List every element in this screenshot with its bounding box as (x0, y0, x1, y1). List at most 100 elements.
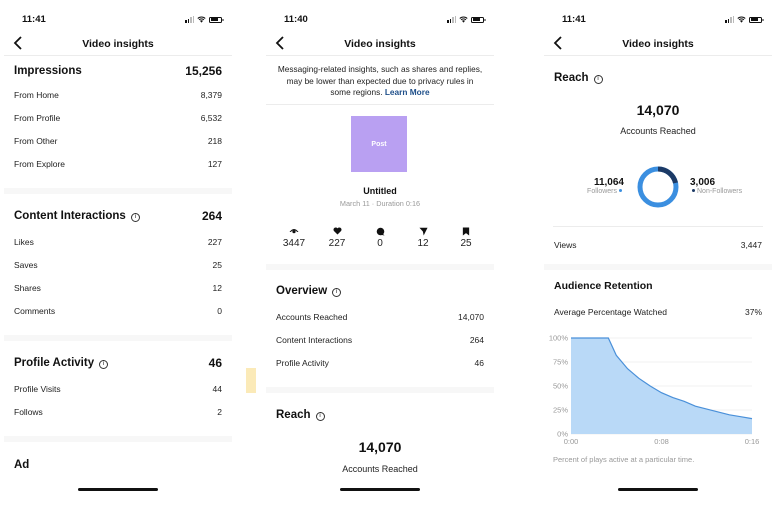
page-title: Video insights (82, 38, 154, 50)
list-item: From Profile 6,532 (14, 113, 222, 123)
y-tick-label: 75% (553, 358, 568, 367)
impressions-header: Impressions 15,256 (14, 64, 222, 78)
non-followers-legend-dot (692, 189, 695, 192)
battery-icon (471, 16, 486, 23)
metric-value: 227 (328, 238, 346, 249)
row-value: 12 (212, 283, 222, 293)
row-value: 227 (207, 237, 222, 247)
status-bar: 11:40 (266, 14, 494, 28)
post-subtitle: March 11 · Duration 0:16 (339, 199, 421, 208)
signal-icon (185, 16, 194, 23)
y-tick-label: 100% (549, 334, 569, 343)
row-value: 14,070 (458, 312, 484, 322)
metric-views: 3447 (274, 226, 314, 249)
row-value: 264 (469, 335, 484, 345)
followers-stat: 11,064 Followers (587, 177, 624, 195)
nav-bar: Video insights (4, 32, 232, 56)
reach-value: 14,070 (358, 439, 402, 455)
row-label: Likes (14, 237, 34, 247)
reach-label: Reach (554, 72, 589, 84)
row-label: From Explore (14, 159, 66, 169)
home-indicator[interactable] (78, 488, 158, 491)
info-icon[interactable]: i (593, 75, 603, 84)
thumbnail-label: Post (371, 140, 387, 148)
metric-saves: 25 (446, 226, 486, 249)
metric-value: 25 (460, 238, 472, 249)
heart-icon (333, 227, 341, 235)
avg-watched-row: Average Percentage Watched 37% (554, 307, 762, 317)
followers-value: 11,064 (593, 177, 624, 188)
list-item: From Explore 127 (14, 159, 222, 169)
comment-icon (376, 227, 385, 236)
section-divider (544, 264, 772, 270)
eye-icon (289, 229, 299, 234)
info-icon[interactable]: i (315, 412, 325, 421)
signal-icon (447, 16, 456, 23)
status-time: 11:40 (284, 14, 308, 25)
ad-header: Ad (14, 459, 222, 471)
bookmark-icon (462, 226, 470, 236)
row-label: Content Interactions (276, 335, 353, 345)
info-icon[interactable]: i (130, 213, 140, 222)
reach-sub: Accounts Reached (620, 126, 696, 136)
status-bar: 11:41 (544, 14, 772, 28)
row-label: Comments (14, 306, 56, 316)
wifi-icon (197, 16, 206, 23)
views-label: Views (554, 240, 577, 250)
info-icon[interactable]: i (99, 360, 109, 369)
nav-bar: Video insights (266, 32, 494, 56)
row-label: Saves (14, 260, 38, 270)
list-item: From Home 8,379 (14, 90, 222, 100)
row-value: 0 (217, 306, 222, 316)
metric-value: 0 (377, 238, 383, 249)
metric-shares: 12 (403, 226, 443, 249)
list-item: Accounts Reached 14,070 (276, 312, 484, 322)
screen-insights-overview: 11:40 Video insights Messaging-related i… (266, 0, 494, 509)
signal-icon (725, 16, 734, 23)
home-indicator[interactable] (340, 488, 420, 491)
learn-more-link[interactable]: Learn More (385, 87, 430, 97)
metric-comments: 0 (360, 226, 400, 249)
list-item: From Other 218 (14, 136, 222, 146)
retention-header: Audience Retention (554, 280, 762, 292)
row-label: Shares (14, 283, 41, 293)
row-value: 127 (207, 159, 222, 169)
retention-label: Audience Retention (554, 280, 653, 292)
non-followers-value: 3,006 (690, 177, 716, 188)
row-value: 6,532 (200, 113, 222, 123)
list-item: Profile Visits 44 (14, 384, 222, 394)
views-row: Views 3,447 (554, 240, 762, 250)
section-divider (266, 264, 494, 270)
row-label: Profile Visits (14, 384, 61, 394)
row-value: 2 (217, 407, 222, 417)
non-followers-stat: 3,006 Non-Followers (690, 177, 742, 195)
highlight-marker (246, 368, 256, 393)
metric-value: 12 (417, 238, 429, 249)
row-label: From Other (14, 136, 58, 146)
section-divider (266, 387, 494, 393)
impressions-value: 15,256 (185, 64, 222, 78)
profile-activity-label: Profile Activity (14, 357, 95, 369)
row-label: From Home (14, 90, 59, 100)
retention-chart: 0%25%50%75%100%0:00 0:08 0:16 (549, 334, 760, 447)
row-value: 8,379 (200, 90, 222, 100)
post-thumbnail[interactable]: Post (351, 116, 407, 172)
home-indicator[interactable] (618, 488, 698, 491)
info-icon[interactable]: i (332, 288, 342, 297)
status-time: 11:41 (562, 14, 586, 25)
row-label: Accounts Reached (276, 312, 348, 322)
content-interactions-value: 264 (201, 209, 222, 223)
reach-value: 14,070 (636, 102, 680, 118)
row-value: 25 (212, 260, 222, 270)
x-tick-label: 0:16 (745, 437, 760, 446)
impressions-label: Impressions (14, 65, 82, 77)
list-item: Likes 227 (14, 237, 222, 247)
screen-insights-reach: 11:41 Video insights Reach i 14,070 Accou… (544, 0, 772, 509)
row-label: From Profile (14, 113, 61, 123)
section-divider (4, 188, 232, 194)
profile-activity-value: 46 (208, 356, 222, 370)
list-item: Profile Activity 46 (276, 358, 484, 368)
metric-value: 3447 (282, 238, 306, 249)
reach-sub: Accounts Reached (342, 464, 418, 474)
section-divider (4, 335, 232, 341)
